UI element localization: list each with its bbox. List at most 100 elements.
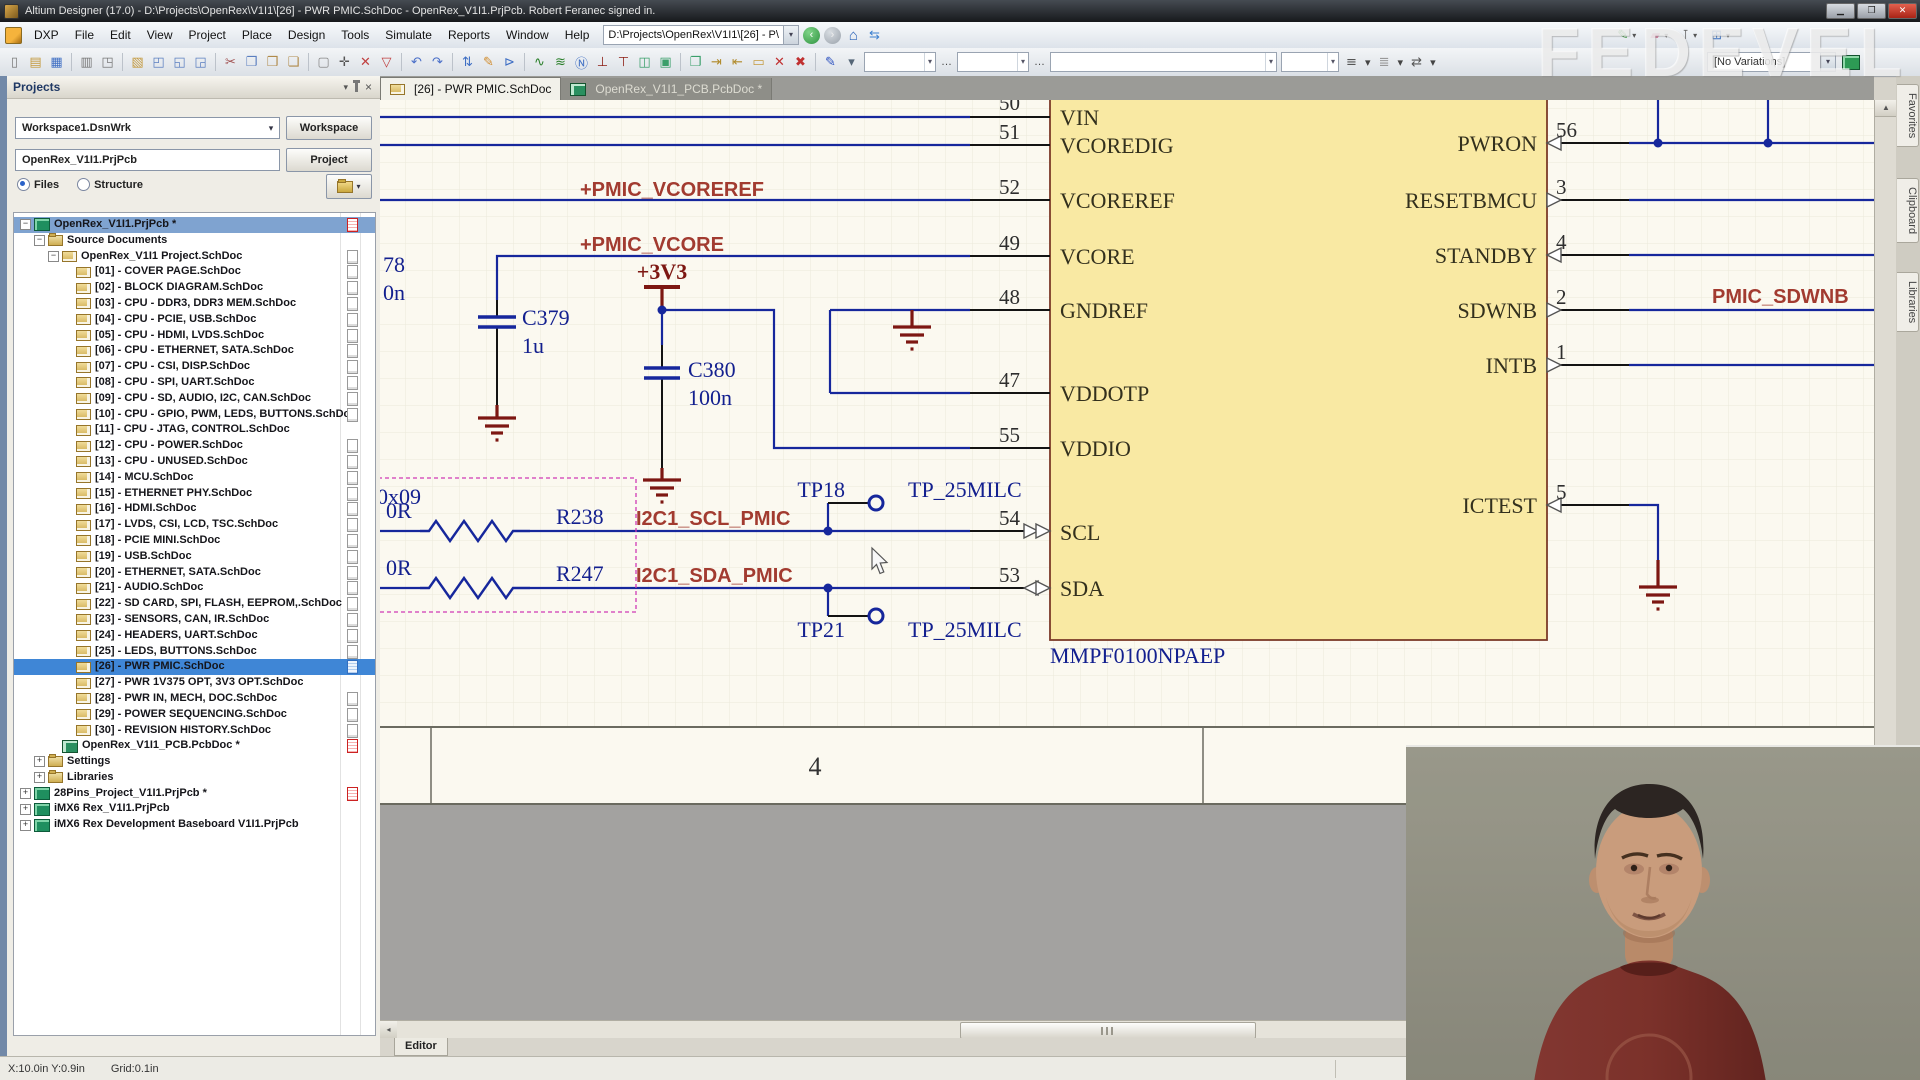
part-value[interactable]: TP_25MILC xyxy=(908,617,1022,642)
designator[interactable]: C380 xyxy=(688,357,736,382)
panel-close-icon[interactable]: × xyxy=(365,80,372,94)
tree-item[interactable]: −[05] - CPU - HDMI, LVDS.SchDoc xyxy=(14,328,375,344)
tree-item[interactable]: −OpenRex_V1I1.PrjPcb * xyxy=(14,217,375,233)
tree-item[interactable]: −[08] - CPU - SPI, UART.SchDoc xyxy=(14,375,375,391)
net-label[interactable]: +PMIC_VCORE xyxy=(580,234,724,256)
tree-item[interactable]: −[25] - LEDS, BUTTONS.SchDoc xyxy=(14,644,375,660)
files-radio[interactable]: Files xyxy=(17,178,59,191)
net-label[interactable]: I2C1_SCL_PMIC xyxy=(636,508,791,530)
tree-item[interactable]: −OpenRex_V1I1 Project.SchDoc xyxy=(14,249,375,265)
shift-left-icon[interactable]: ⇤ xyxy=(728,53,747,72)
open-project-icon[interactable]: ▧ xyxy=(128,53,147,72)
variations-dropdown-icon[interactable]: ▾ xyxy=(1820,53,1835,71)
copy-icon[interactable]: ❐ xyxy=(242,53,261,72)
more-button[interactable]: … xyxy=(941,56,952,68)
part-value[interactable]: 1u xyxy=(522,333,544,358)
vcc-power-port-icon[interactable]: ⊤ xyxy=(614,53,633,72)
shift-right-icon[interactable]: ⇥ xyxy=(707,53,726,72)
expand-icon[interactable]: + xyxy=(20,788,31,799)
tree-item[interactable]: −[20] - ETHERNET, SATA.SchDoc xyxy=(14,565,375,581)
tab-clipboard[interactable]: Clipboard xyxy=(1897,178,1919,243)
tree-item[interactable]: −[30] - REVISION HISTORY.SchDoc xyxy=(14,723,375,739)
tree-item[interactable]: +28Pins_Project_V1I1.PrjPcb * xyxy=(14,786,375,802)
project-button[interactable]: Project xyxy=(286,148,372,172)
cut-icon[interactable]: ✂ xyxy=(221,53,240,72)
spacing-icon[interactable]: ⇄ xyxy=(1407,53,1426,72)
designator-combo[interactable]: ▾ xyxy=(864,52,936,72)
structure-radio[interactable]: Structure xyxy=(77,178,143,191)
wire-mode-tool[interactable]: ✎▾ xyxy=(1617,27,1636,43)
refresh-icon[interactable]: ⇆ xyxy=(866,27,883,44)
designator[interactable]: TP21 xyxy=(797,617,845,642)
menu-place[interactable]: Place xyxy=(234,28,280,42)
redo-icon[interactable]: ↷ xyxy=(428,53,447,72)
workspace-combo[interactable]: Workspace1.DsnWrk ▾ xyxy=(15,117,280,139)
expand-icon[interactable]: − xyxy=(34,235,45,246)
designator[interactable]: C379 xyxy=(522,305,570,330)
home-icon[interactable]: ⌂ xyxy=(845,27,862,44)
zoom-document-icon[interactable]: ◱ xyxy=(170,53,189,72)
tab-libraries[interactable]: Libraries xyxy=(1897,272,1919,332)
designator[interactable]: R238 xyxy=(556,504,604,529)
menu-project[interactable]: Project xyxy=(181,28,234,42)
navigate-icon[interactable]: ⊳ xyxy=(500,53,519,72)
delete-all-icon[interactable]: ✖ xyxy=(791,53,810,72)
zoom-combo[interactable]: ▾ xyxy=(1281,52,1339,72)
tree-item[interactable]: −[18] - PCIE MINI.SchDoc xyxy=(14,533,375,549)
close-button[interactable]: ✕ xyxy=(1888,3,1917,19)
tree-item[interactable]: −[15] - ETHERNET PHY.SchDoc xyxy=(14,486,375,502)
editor-mode-tab[interactable]: Editor xyxy=(394,1038,448,1056)
menu-simulate[interactable]: Simulate xyxy=(377,28,440,42)
tree-item[interactable]: −[14] - MCU.SchDoc xyxy=(14,470,375,486)
tree-item[interactable]: −[16] - HDMI.SchDoc xyxy=(14,501,375,517)
expand-icon[interactable]: + xyxy=(20,820,31,831)
deselect-icon[interactable]: ✕ xyxy=(356,53,375,72)
tree-item[interactable]: −[24] - HEADERS, UART.SchDoc xyxy=(14,628,375,644)
place-part-icon[interactable]: ◫ xyxy=(635,53,654,72)
pin-icon[interactable] xyxy=(355,83,358,92)
tree-item[interactable]: −[06] - CPU - ETHERNET, SATA.SchDoc xyxy=(14,343,375,359)
print-preview-icon[interactable]: ◳ xyxy=(98,53,117,72)
forward-button[interactable]: › xyxy=(824,27,841,44)
undo-icon[interactable]: ↶ xyxy=(407,53,426,72)
move-icon[interactable]: ✛ xyxy=(335,53,354,72)
tree-item[interactable]: −OpenRex_V1I1_PCB.PcbDoc * xyxy=(14,738,375,754)
pen-style-icon[interactable]: ✎ xyxy=(821,53,840,72)
menu-edit[interactable]: Edit xyxy=(102,28,139,42)
tree-item[interactable]: −[21] - AUDIO.SchDoc xyxy=(14,580,375,596)
scroll-up-icon[interactable]: ▲ xyxy=(1875,100,1897,117)
tab-favorites[interactable]: Favorites xyxy=(1897,84,1919,147)
tree-item[interactable]: −[12] - CPU - POWER.SchDoc xyxy=(14,438,375,454)
tree-item[interactable]: −[13] - CPU - UNUSED.SchDoc xyxy=(14,454,375,470)
open-folder-button[interactable]: ▾ xyxy=(326,174,372,199)
net-label[interactable]: +PMIC_VCOREREF xyxy=(580,179,764,201)
expand-icon[interactable]: + xyxy=(34,772,45,783)
menu-view[interactable]: View xyxy=(139,28,181,42)
probe-tool[interactable]: ⊺▾ xyxy=(1682,27,1697,43)
filter-icon[interactable]: ▽ xyxy=(377,53,396,72)
address-combo[interactable]: D:\Projects\OpenRex\V1I1\[26] - P\ ▾ xyxy=(603,25,799,45)
pmic-chip-body[interactable] xyxy=(1050,100,1547,640)
expand-icon[interactable]: − xyxy=(48,251,59,262)
variations-combo[interactable]: [No Variations] ▾ xyxy=(1707,52,1836,72)
expand-icon[interactable]: + xyxy=(20,804,31,815)
tree-item[interactable]: −[11] - CPU - JTAG, CONTROL.SchDoc xyxy=(14,422,375,438)
tree-item[interactable]: −[23] - SENSORS, CAN, IR.SchDoc xyxy=(14,612,375,628)
tree-item[interactable]: −Source Documents xyxy=(14,233,375,249)
open-document-icon[interactable]: ▤ xyxy=(26,53,45,72)
paste-array-icon[interactable]: ❏ xyxy=(284,53,303,72)
net-label[interactable]: I2C1_SDA_PMIC xyxy=(636,565,793,587)
print-icon[interactable]: ▥ xyxy=(77,53,96,72)
project-field[interactable]: OpenRex_V1I1.PrjPcb xyxy=(15,149,280,171)
tree-item[interactable]: −[28] - PWR IN, MECH, DOC.SchDoc xyxy=(14,691,375,707)
distribute-icon[interactable]: ≣ xyxy=(1375,53,1394,72)
menu-reports[interactable]: Reports xyxy=(440,28,498,42)
pen-style-dropdown-icon[interactable]: ▾ xyxy=(842,53,861,72)
tree-item[interactable]: −[26] - PWR PMIC.SchDoc xyxy=(14,659,375,675)
address-dropdown-icon[interactable]: ▾ xyxy=(783,26,798,44)
designator[interactable]: TP18 xyxy=(797,477,845,502)
workspace-dropdown-icon[interactable]: ▾ xyxy=(263,123,279,134)
tab-pcbdoc[interactable]: OpenRex_V1I1_PCB.PcbDoc * xyxy=(561,78,772,100)
tab-pwr-pmic-schdoc[interactable]: [26] - PWR PMIC.SchDoc xyxy=(380,77,561,100)
zoom-window-icon[interactable]: ◰ xyxy=(149,53,168,72)
